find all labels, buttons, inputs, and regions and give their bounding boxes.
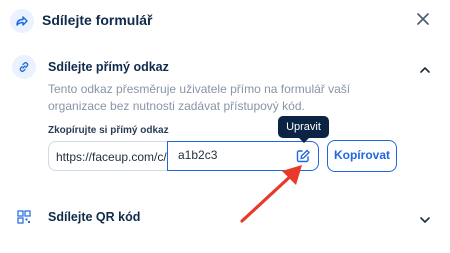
dialog-title: Sdílejte formulář bbox=[42, 12, 153, 28]
url-prefix: https://faceup.com/c/ bbox=[48, 141, 168, 171]
direct-link-description: Tento odkaz přesměruje uživatele přímo n… bbox=[48, 82, 351, 113]
chevron-down-icon[interactable] bbox=[419, 212, 431, 223]
chevron-up-icon[interactable] bbox=[419, 62, 431, 73]
edit-tooltip: Upravit bbox=[278, 116, 329, 143]
direct-link-section-title[interactable]: Sdílejte přímý odkaz bbox=[48, 60, 169, 74]
qr-code-icon bbox=[17, 210, 31, 224]
close-icon[interactable] bbox=[416, 12, 430, 26]
link-icon bbox=[12, 55, 36, 79]
qr-code-section-title[interactable]: Sdílejte QR kód bbox=[48, 210, 140, 224]
share-icon bbox=[10, 9, 34, 33]
copy-link-label: Zkopírujte si přímý odkaz bbox=[48, 125, 169, 136]
copy-button[interactable]: Kopírovat bbox=[327, 140, 397, 172]
annotation-arrow bbox=[240, 165, 302, 223]
